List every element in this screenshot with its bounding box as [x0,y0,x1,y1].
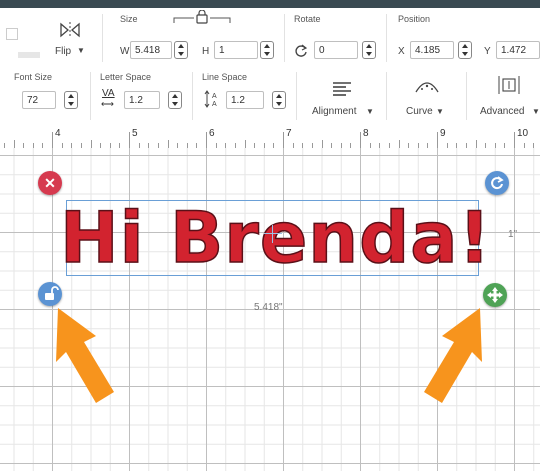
advanced-button[interactable]: Advanced ▼ [474,72,540,120]
unlock-handle-icon[interactable] [38,282,62,306]
letter-space-stepper[interactable] [168,91,182,109]
delete-handle-icon[interactable]: ✕ [38,171,62,195]
letter-space-icon-text: VA [102,88,115,99]
letter-space-input[interactable]: 1.2 [124,91,160,109]
arrow-pointer-right-icon [424,308,482,403]
svg-text:A: A [212,101,217,108]
height-input[interactable]: 1 [214,41,258,59]
height-stepper[interactable] [260,41,274,59]
toolbar-divider [386,14,387,62]
edit-toolbar: Flip ▼ Size W 5.418 H 1 Rotate 0 Positio… [0,8,540,67]
ruler-label: 5 [132,128,138,139]
rotate-stepper[interactable] [362,41,376,59]
size-label: Size [120,14,138,24]
ruler-tick [52,132,53,148]
resize-handle-icon[interactable] [483,283,507,307]
ruler-label: 4 [55,128,61,139]
ruler-tick [360,132,361,148]
arrange-faded-label [18,52,40,58]
font-size-label: Font Size [14,72,53,82]
font-size-stepper[interactable] [64,91,78,109]
chevron-down-icon: ▼ [77,46,85,55]
line-space-stepper[interactable] [272,91,286,109]
y-position-input[interactable]: 1.472 [496,41,540,59]
font-size-input[interactable]: 72 [22,91,56,109]
width-label: W [120,46,130,57]
text-toolbar: Font Size 72 Letter Space VA ⟷ 1.2 Line … [0,66,540,125]
ruler-label: 8 [363,128,369,139]
align-icon [333,82,351,96]
ruler-label: 7 [286,128,292,139]
chevron-down-icon: ▼ [532,107,540,116]
width-input[interactable]: 5.418 [130,41,172,59]
ruler-tick [321,140,323,148]
ruler-tick [206,132,207,148]
toolbar-divider [296,72,297,120]
curve-button[interactable]: Curve ▼ [396,72,458,120]
ruler-tick [244,140,246,148]
flip-icon [60,22,80,38]
alignment-label: Alignment [312,106,357,117]
advanced-icon [498,76,520,94]
letter-space-icon: VA ⟷ [101,88,115,109]
ruler-tick [437,132,438,148]
rotate-arrow-icon [491,176,504,190]
ruler-label: 10 [517,128,529,139]
center-crosshair-icon [264,225,282,243]
ruler-label: 9 [440,128,446,139]
resize-arrows-icon [487,287,503,303]
letter-space-label: Letter Space [100,72,152,82]
ruler-tick [398,140,400,148]
ruler-tick [129,132,130,148]
unlock-icon [45,286,59,300]
advanced-label: Advanced [480,106,525,117]
toolbar-divider [284,14,285,62]
line-space-input[interactable]: 1.2 [226,91,264,109]
rotate-icon [295,44,308,57]
ruler-tick [283,132,284,148]
chevron-down-icon: ▼ [436,107,444,116]
x-position-input[interactable]: 4.185 [410,41,454,59]
height-dimension-label: 1" [508,229,518,240]
ruler-tick [514,132,515,148]
toolbar-divider [466,72,467,120]
curve-label: Curve [406,106,433,117]
rotate-input[interactable]: 0 [314,41,358,59]
toolbar-divider [386,72,387,120]
arrange-icon[interactable] [6,28,18,40]
ruler-tick [90,140,92,148]
line-space-icon: A A [204,90,217,108]
ruler-tick [475,140,477,148]
x-label: X [398,46,405,57]
ruler-label: 6 [209,128,215,139]
toolbar-divider [90,72,91,120]
height-label: H [202,46,210,57]
width-dimension-label: 5.418" [254,302,283,313]
horizontal-ruler: 4 5 6 7 8 9 10 [0,124,540,149]
rotate-handle-icon[interactable] [485,171,509,195]
app-header-strip [0,0,540,8]
alignment-button[interactable]: Alignment ▼ [306,72,380,120]
position-label: Position [398,14,431,24]
toolbar-divider [102,14,103,62]
curve-icon [415,82,439,93]
toolbar-divider [192,72,193,120]
rotate-label: Rotate [294,14,321,24]
ruler-tick [167,140,169,148]
svg-text:A: A [212,93,217,100]
y-label: Y [484,46,491,57]
lock-aspect-icon[interactable] [172,10,232,24]
flip-label: Flip [55,46,72,57]
line-space-label: Line Space [202,72,248,82]
arrow-pointer-left-icon [56,308,114,403]
width-stepper[interactable] [174,41,188,59]
chevron-down-icon: ▼ [366,107,374,116]
flip-control[interactable]: Flip ▼ [52,20,92,62]
x-position-stepper[interactable] [458,41,472,59]
ruler-tick [13,140,15,148]
